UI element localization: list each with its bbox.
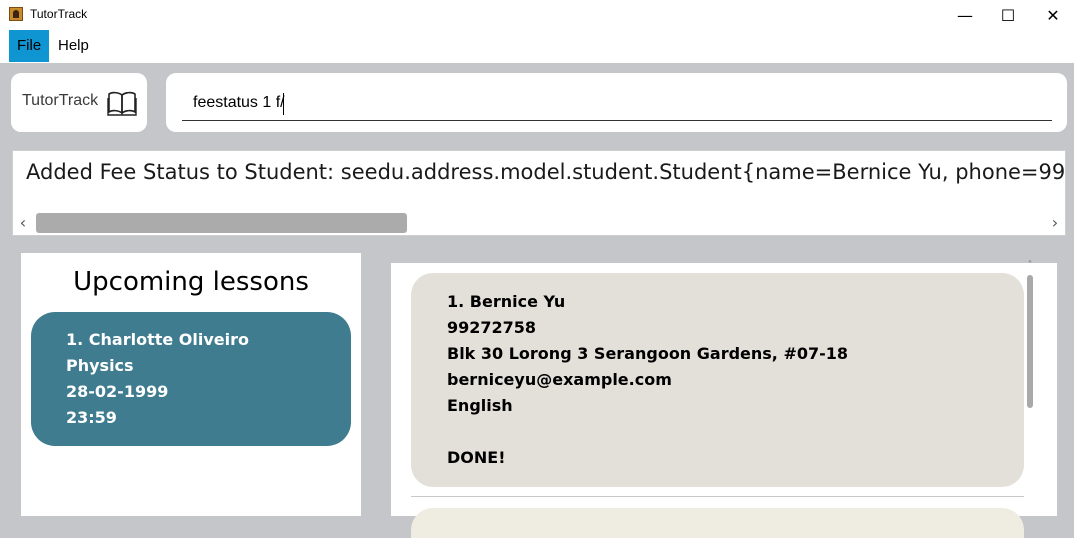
maximize-button[interactable]: ☐ [985,0,1031,30]
scroll-left-icon[interactable]: ‹ [15,213,31,232]
lesson-time: 23:59 [66,408,117,427]
student-phone: 99272758 [447,318,537,337]
student-card-next[interactable] [411,508,1024,538]
app-icon [9,7,23,21]
close-button[interactable]: ✕ [1030,0,1074,30]
student-email: berniceyu@example.com [447,370,672,389]
student-name: 1. Bernice Yu [447,292,566,311]
lesson-student-name: 1. Charlotte Oliveiro [66,330,250,349]
upcoming-lessons-panel: Upcoming lessons 1. Charlotte Oliveiro P… [21,253,361,516]
command-input[interactable] [182,85,1052,121]
student-list-panel[interactable]: 1. Bernice Yu 99272758 Blk 30 Lorong 3 S… [391,261,1057,538]
menu-bar: File Help [0,30,1074,63]
student-subject: English [447,396,513,415]
brand-card: TutorTrack [11,73,147,132]
student-address: Blk 30 Lorong 3 Serangoon Gardens, #07-1… [447,344,849,363]
upcoming-lessons-title: Upcoming lessons [73,267,309,297]
list-divider [411,496,1024,497]
menu-help[interactable]: Help [49,30,98,62]
vertical-scrollbar-thumb[interactable] [1027,275,1033,408]
student-fee-status: DONE! [447,448,506,467]
student-card[interactable]: 1. Bernice Yu 99272758 Blk 30 Lorong 3 S… [411,273,1024,487]
lesson-date: 28-02-1999 [66,382,169,401]
result-text: Added Fee Status to Student: seedu.addre… [26,160,1066,184]
window-title: TutorTrack [30,7,88,21]
command-box [166,73,1067,132]
title-bar: TutorTrack — ☐ ✕ [0,0,1074,30]
scroll-up-icon[interactable]: ˄ [1023,261,1037,271]
scroll-right-icon[interactable]: › [1047,213,1063,232]
book-icon [107,90,137,120]
horizontal-scrollbar-thumb[interactable] [36,213,407,233]
lesson-subject: Physics [66,356,134,375]
brand-label: TutorTrack [22,92,99,109]
text-cursor [283,93,284,115]
result-display[interactable]: Added Fee Status to Student: seedu.addre… [12,150,1066,236]
menu-file[interactable]: File [9,30,50,62]
minimize-button[interactable]: — [942,0,988,30]
lesson-card[interactable]: 1. Charlotte Oliveiro Physics 28-02-1999… [31,312,351,446]
